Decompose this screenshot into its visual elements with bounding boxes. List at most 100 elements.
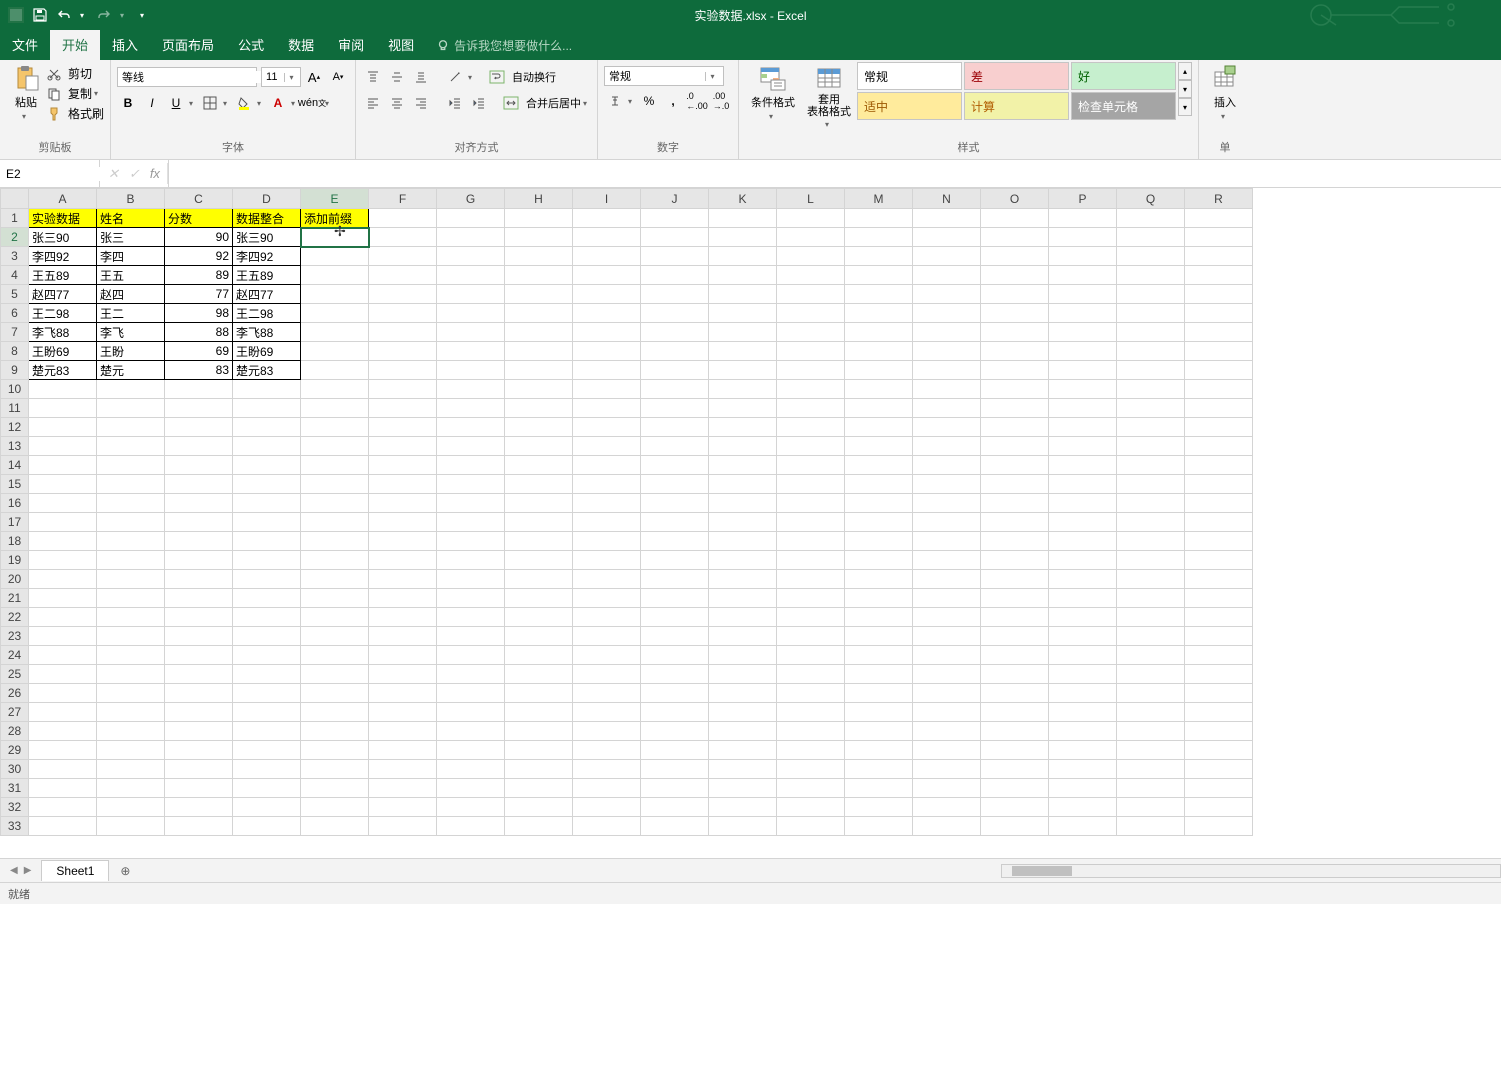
row-header-26[interactable]: 26 [1,684,29,703]
cell-M21[interactable] [845,589,913,608]
cell-N19[interactable] [913,551,981,570]
worksheet-area[interactable]: ABCDEFGHIJKLMNOPQR1实验数据姓名分数数据整合添加前缀2张三90… [0,188,1501,858]
fill-dropdown[interactable]: ▾ [257,99,265,108]
row-header-11[interactable]: 11 [1,399,29,418]
cell-R7[interactable] [1185,323,1253,342]
cell-N26[interactable] [913,684,981,703]
cell-K6[interactable] [709,304,777,323]
cell-M18[interactable] [845,532,913,551]
cell-D26[interactable] [233,684,301,703]
cell-Q3[interactable] [1117,247,1185,266]
col-header-F[interactable]: F [369,189,437,209]
cell-I13[interactable] [573,437,641,456]
merge-button[interactable] [500,93,522,113]
cell-C15[interactable] [165,475,233,494]
cell-Q12[interactable] [1117,418,1185,437]
cell-O5[interactable] [981,285,1049,304]
cell-I33[interactable] [573,817,641,836]
cell-F23[interactable] [369,627,437,646]
cell-F6[interactable] [369,304,437,323]
cell-B6[interactable]: 王二 [97,304,165,323]
col-header-I[interactable]: I [573,189,641,209]
cell-O22[interactable] [981,608,1049,627]
tab-file[interactable]: 文件 [0,29,50,60]
cell-F28[interactable] [369,722,437,741]
cell-P16[interactable] [1049,494,1117,513]
cell-A24[interactable] [29,646,97,665]
row-header-24[interactable]: 24 [1,646,29,665]
cell-I3[interactable] [573,247,641,266]
cell-M31[interactable] [845,779,913,798]
cell-H16[interactable] [505,494,573,513]
cell-J6[interactable] [641,304,709,323]
cell-H21[interactable] [505,589,573,608]
cell-E20[interactable] [301,570,369,589]
cell-C23[interactable] [165,627,233,646]
cell-J15[interactable] [641,475,709,494]
orientation-button[interactable] [444,67,466,87]
cell-D5[interactable]: 赵四77 [233,285,301,304]
cell-M9[interactable] [845,361,913,380]
cell-P3[interactable] [1049,247,1117,266]
cell-M10[interactable] [845,380,913,399]
paste-button[interactable]: 粘贴 ▾ [6,62,46,123]
cell-Q22[interactable] [1117,608,1185,627]
cell-H25[interactable] [505,665,573,684]
cell-A20[interactable] [29,570,97,589]
cell-A6[interactable]: 王二98 [29,304,97,323]
cell-R23[interactable] [1185,627,1253,646]
cell-L15[interactable] [777,475,845,494]
style-neutral[interactable]: 适中 [857,92,962,120]
cell-I26[interactable] [573,684,641,703]
cell-A32[interactable] [29,798,97,817]
col-header-G[interactable]: G [437,189,505,209]
cell-B4[interactable]: 王五 [97,266,165,285]
tab-view[interactable]: 视图 [376,29,426,60]
cell-P14[interactable] [1049,456,1117,475]
cell-R32[interactable] [1185,798,1253,817]
cell-E11[interactable] [301,399,369,418]
cell-R31[interactable] [1185,779,1253,798]
cell-J5[interactable] [641,285,709,304]
tab-home[interactable]: 开始 [50,29,100,60]
cell-O8[interactable] [981,342,1049,361]
cell-G29[interactable] [437,741,505,760]
cell-A1[interactable]: 实验数据 [29,209,97,228]
cell-B1[interactable]: 姓名 [97,209,165,228]
cell-K29[interactable] [709,741,777,760]
cell-M32[interactable] [845,798,913,817]
cell-M22[interactable] [845,608,913,627]
cell-L23[interactable] [777,627,845,646]
qat-customize-dropdown[interactable]: ▾ [140,11,148,20]
cell-G11[interactable] [437,399,505,418]
cell-I28[interactable] [573,722,641,741]
tab-review[interactable]: 审阅 [326,29,376,60]
cell-grid[interactable]: ABCDEFGHIJKLMNOPQR1实验数据姓名分数数据整合添加前缀2张三90… [0,188,1253,836]
cell-A8[interactable]: 王盼69 [29,342,97,361]
col-header-R[interactable]: R [1185,189,1253,209]
cell-J16[interactable] [641,494,709,513]
cell-K15[interactable] [709,475,777,494]
cell-H1[interactable] [505,209,573,228]
cell-N21[interactable] [913,589,981,608]
cell-M15[interactable] [845,475,913,494]
cell-B5[interactable]: 赵四 [97,285,165,304]
cell-K10[interactable] [709,380,777,399]
cell-A26[interactable] [29,684,97,703]
cell-A9[interactable]: 楚元83 [29,361,97,380]
cell-J20[interactable] [641,570,709,589]
cell-P28[interactable] [1049,722,1117,741]
cell-I16[interactable] [573,494,641,513]
cell-E29[interactable] [301,741,369,760]
cell-Q10[interactable] [1117,380,1185,399]
cell-M28[interactable] [845,722,913,741]
cell-Q27[interactable] [1117,703,1185,722]
row-header-13[interactable]: 13 [1,437,29,456]
cell-K30[interactable] [709,760,777,779]
cell-B16[interactable] [97,494,165,513]
cell-J1[interactable] [641,209,709,228]
cell-Q26[interactable] [1117,684,1185,703]
cell-M7[interactable] [845,323,913,342]
row-header-2[interactable]: 2 [1,228,29,247]
cell-B33[interactable] [97,817,165,836]
